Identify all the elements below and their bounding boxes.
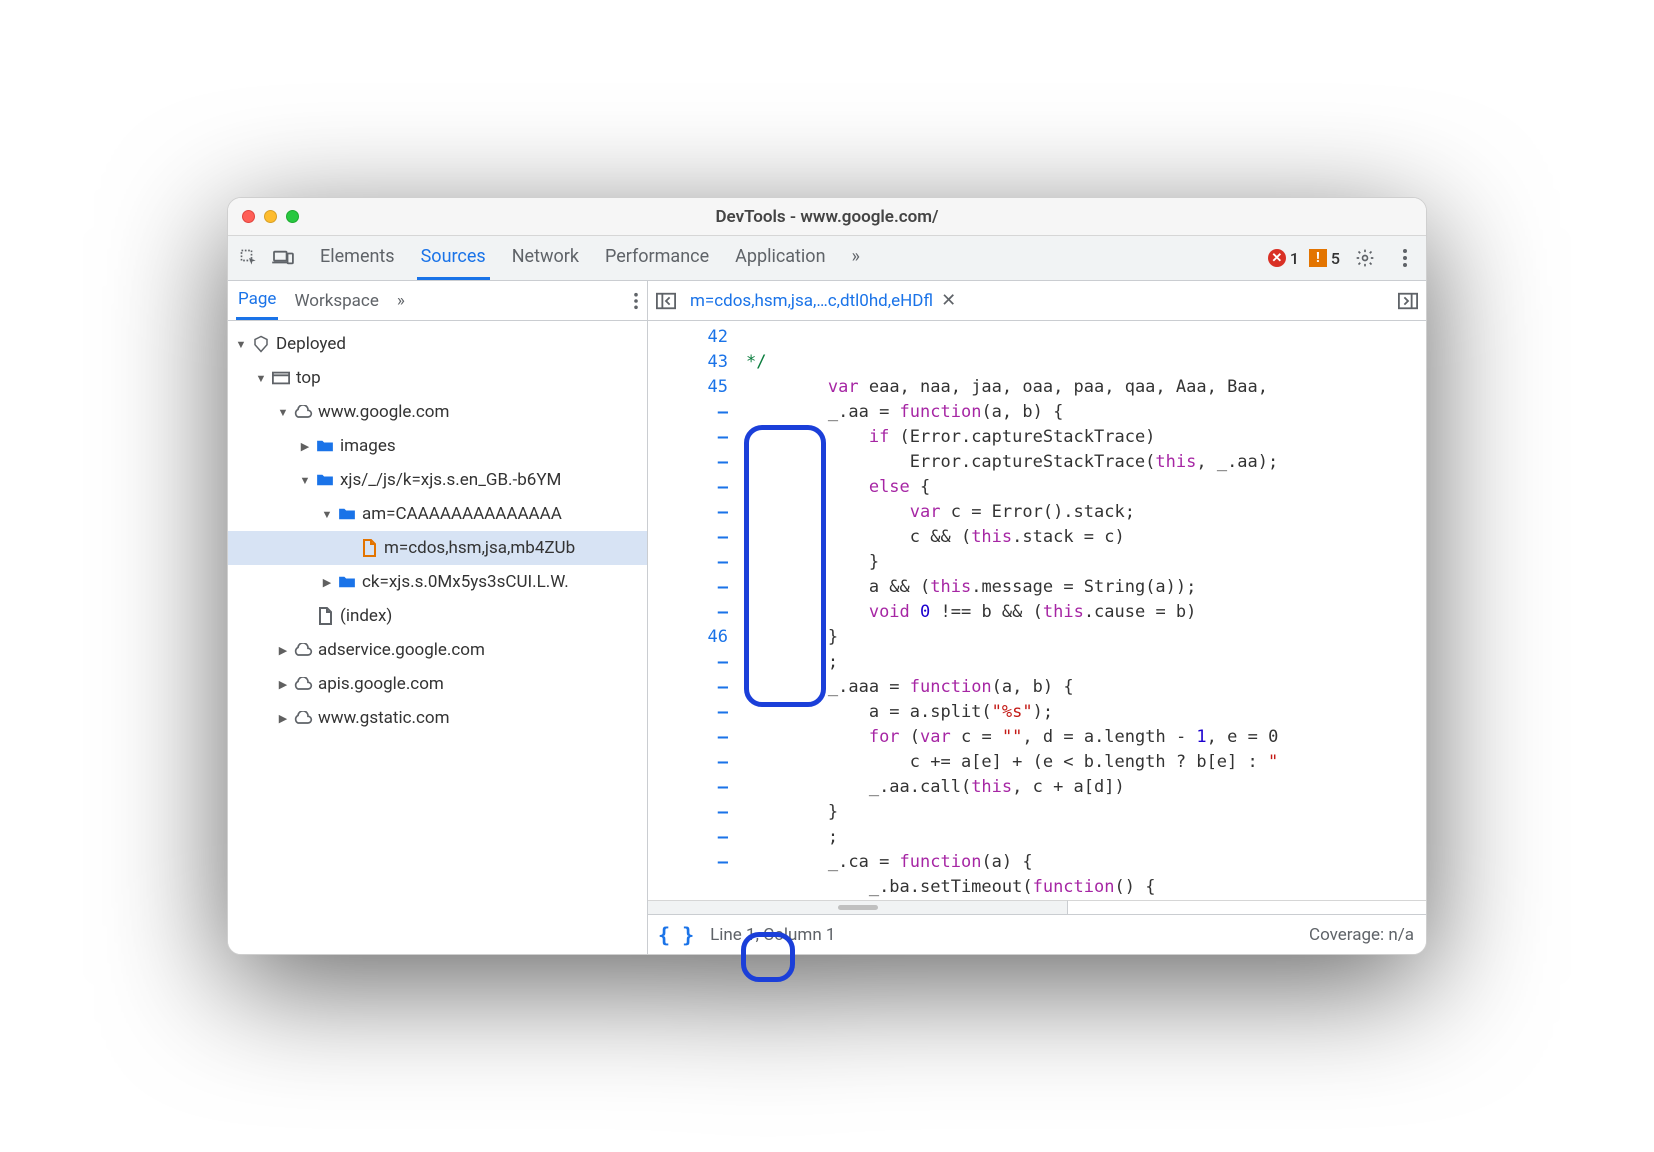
cloud-icon [292,711,314,725]
devtools-window: DevTools - www.google.com/ Elements Sour… [227,197,1427,955]
navigator-sidebar: Page Workspace » ▼Deployed ▼top ▼www.goo… [228,281,648,954]
toggle-debugger-icon[interactable] [1398,292,1418,310]
file-tab-bar: m=cdos,hsm,jsa,…c,dtl0hd,eHDfl ✕ [648,281,1426,321]
tree-label: xjs/_/js/k=xjs.s.en_GB.-b6YM [340,470,561,490]
tab-sources[interactable]: Sources [417,236,490,280]
tree-top[interactable]: ▼top [228,361,647,395]
file-icon [358,539,380,557]
window-controls [228,210,299,223]
window-title: DevTools - www.google.com/ [228,207,1426,227]
navigator-overflow[interactable]: » [395,283,407,319]
file-tab-label: m=cdos,hsm,jsa,…c,dtl0hd,eHDfl [690,291,933,311]
close-window-button[interactable] [242,210,255,223]
file-icon [314,607,336,625]
tree-apis[interactable]: ▶apis.google.com [228,667,647,701]
line-gutter[interactable]: 42 43 45 – – – – – – – – – 46 – – – – [648,321,738,900]
open-file-tab[interactable]: m=cdos,hsm,jsa,…c,dtl0hd,eHDfl ✕ [684,284,962,317]
toggle-navigator-icon[interactable] [656,292,676,310]
tree-label: top [296,368,321,388]
file-tree: ▼Deployed ▼top ▼www.google.com ▶images ▼… [228,321,647,954]
tab-application[interactable]: Application [731,236,829,280]
tab-elements[interactable]: Elements [316,236,399,280]
cloud-icon [292,677,314,691]
tab-workspace[interactable]: Workspace [292,283,380,319]
warning-count: 5 [1331,249,1340,268]
main-area: Page Workspace » ▼Deployed ▼top ▼www.goo… [228,281,1426,954]
tab-network[interactable]: Network [508,236,583,280]
tree-google[interactable]: ▼www.google.com [228,395,647,429]
error-icon: ✕ [1268,249,1286,267]
cloud-icon [292,643,314,657]
code-content[interactable]: */ var eaa, naa, jaa, oaa, paa, qaa, Aaa… [738,321,1426,900]
frame-icon [270,371,292,385]
tree-selected-file[interactable]: m=cdos,hsm,jsa,mb4ZUb [228,531,647,565]
warning-icon: ! [1309,249,1327,267]
folder-icon [336,575,358,589]
tree-index[interactable]: (index) [228,599,647,633]
pretty-print-button[interactable]: { } [654,923,698,947]
drawer-handle[interactable] [648,900,1068,914]
tree-label: Deployed [276,334,346,354]
tree-label: m=cdos,hsm,jsa,mb4ZUb [384,538,575,558]
tree-label: images [340,436,396,456]
kebab-menu-icon[interactable] [1390,243,1420,273]
tree-images[interactable]: ▶images [228,429,647,463]
inspect-icon[interactable] [234,243,264,273]
tree-label: www.google.com [318,402,449,422]
error-count: 1 [1290,249,1299,268]
tree-label: am=CAAAAAAAAAAAAAA [362,504,562,524]
tab-performance[interactable]: Performance [601,236,713,280]
warning-badge[interactable]: ! 5 [1309,249,1340,268]
tree-label: ck=xjs.s.0Mx5ys3sCUI.L.W. [362,572,569,592]
tree-ck-folder[interactable]: ▶ck=xjs.s.0Mx5ys3sCUI.L.W. [228,565,647,599]
error-badge[interactable]: ✕ 1 [1268,249,1299,268]
navigator-tabs: Page Workspace » [228,281,647,321]
tab-overflow[interactable]: » [848,236,864,280]
folder-icon [314,473,336,487]
gear-icon[interactable] [1350,243,1380,273]
tree-label: adservice.google.com [318,640,485,660]
cloud-icon [292,405,314,419]
folder-icon [336,507,358,521]
status-bar: { } Line 1, Column 1 Coverage: n/a [648,914,1426,954]
device-toolbar-icon[interactable] [268,243,298,273]
tree-am-folder[interactable]: ▼am=CAAAAAAAAAAAAAA [228,497,647,531]
tree-deployed[interactable]: ▼Deployed [228,327,647,361]
coverage-label: Coverage: n/a [1309,925,1414,945]
editor-panel: m=cdos,hsm,jsa,…c,dtl0hd,eHDfl ✕ 42 43 4… [648,281,1426,954]
close-tab-icon[interactable]: ✕ [941,290,956,311]
code-editor[interactable]: 42 43 45 – – – – – – – – – 46 – – – – [648,321,1426,900]
navigator-kebab-icon[interactable] [633,292,639,310]
main-toolbar: Elements Sources Network Performance App… [228,236,1426,281]
titlebar: DevTools - www.google.com/ [228,198,1426,236]
tree-gstatic[interactable]: ▶www.gstatic.com [228,701,647,735]
folder-icon [314,439,336,453]
tree-xjs-folder[interactable]: ▼xjs/_/js/k=xjs.s.en_GB.-b6YM [228,463,647,497]
tab-page[interactable]: Page [236,281,278,320]
tree-label: apis.google.com [318,674,444,694]
panel-tabs: Elements Sources Network Performance App… [316,236,864,280]
deployed-icon [250,335,272,353]
minimize-window-button[interactable] [264,210,277,223]
maximize-window-button[interactable] [286,210,299,223]
tree-label: (index) [340,606,392,626]
tree-adservice[interactable]: ▶adservice.google.com [228,633,647,667]
cursor-position: Line 1, Column 1 [710,925,835,945]
tree-label: www.gstatic.com [318,708,449,728]
